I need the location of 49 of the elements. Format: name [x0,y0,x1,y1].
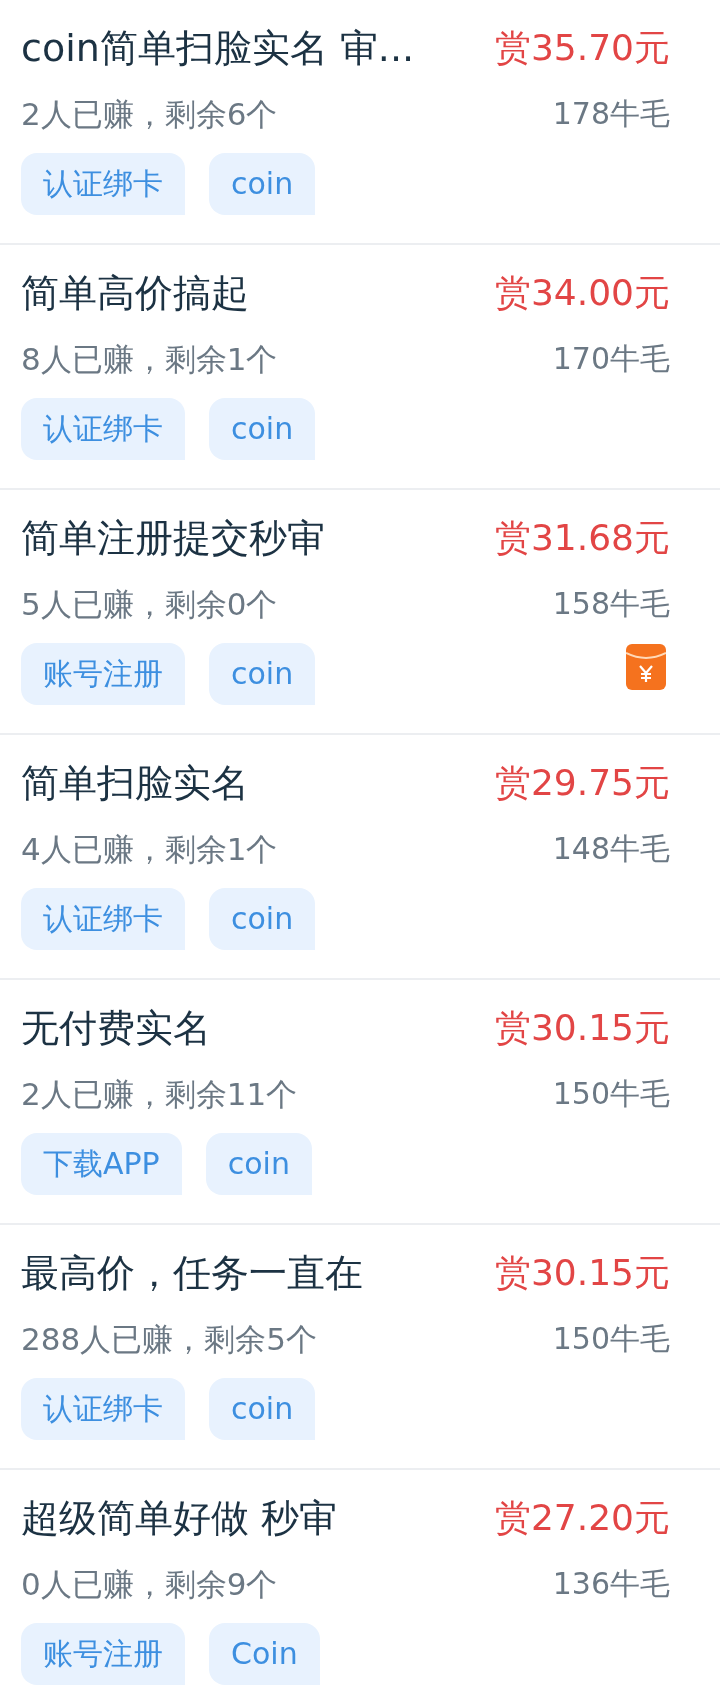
task-card[interactable]: 简单高价搞起 8人已赚，剩余1个 认证绑卡 coin 赏34.00元 170牛毛 [0,245,720,490]
task-stats: 2人已赚，剩余11个 [21,1075,299,1114]
points-value: 170牛毛 [552,340,670,378]
task-tag: 认证绑卡 [21,1378,185,1440]
task-card[interactable]: 简单注册提交秒审 5人已赚，剩余0个 账号注册 coin 赏31.68元 158牛毛 [0,490,720,735]
task-tag: 认证绑卡 [21,153,185,215]
task-tag: 账号注册 [21,643,185,705]
task-tag: coin [209,398,316,460]
task-title: 简单注册提交秒审 [21,515,325,562]
task-tag: coin [209,888,316,950]
points-value: 178牛毛 [552,95,670,133]
points-value: 158牛毛 [552,585,670,623]
reward-amount: 赏35.70元 [494,26,670,70]
task-title: 无付费实名 [21,1005,212,1052]
task-tag: Coin [209,1623,320,1685]
task-tag: coin [209,1378,316,1440]
reward-amount: 赏27.20元 [494,1496,670,1540]
task-stats: 5人已赚，剩余0个 [21,585,279,624]
task-stats: 4人已赚，剩余1个 [21,830,279,869]
task-tag: 账号注册 [21,1623,185,1685]
task-title: coin简单扫脸实名 审... [21,25,415,72]
points-value: 150牛毛 [552,1075,670,1113]
task-tag: 下载APP [21,1133,182,1195]
task-stats: 2人已赚，剩余6个 [21,95,279,134]
task-title: 最高价，任务一直在 [21,1250,363,1297]
reward-amount: 赏30.15元 [494,1251,670,1295]
points-value: 148牛毛 [552,830,670,868]
task-card[interactable]: 最高价，任务一直在 288人已赚，剩余5个 认证绑卡 coin 赏30.15元 150牛毛 [0,1225,720,1470]
reward-amount: 赏34.00元 [494,271,670,315]
task-card[interactable]: coin简单扫脸实名 审... 2人已赚，剩余6个 认证绑卡 coin 赏35.70元 178牛毛 [0,0,720,245]
task-tag: coin [205,1133,312,1195]
task-tag: coin [209,153,316,215]
points-value: 136牛毛 [552,1565,670,1603]
task-tag: 认证绑卡 [21,888,185,950]
task-tag: coin [209,643,316,705]
task-stats: 288人已赚，剩余5个 [21,1320,318,1359]
task-card[interactable]: 超级简单好做 秒审 0人已赚，剩余9个 账号注册 Coin 赏27.20元 136牛毛 [0,1470,720,1701]
reward-amount: 赏30.15元 [494,1006,670,1050]
reward-amount: 赏31.68元 [494,516,670,560]
task-title: 超级简单好做 秒审 [21,1495,338,1542]
reward-amount: 赏29.75元 [494,761,670,805]
task-stats: 0人已赚，剩余9个 [21,1565,279,1604]
task-title: 简单扫脸实名 [21,760,250,807]
task-stats: 8人已赚，剩余1个 [21,340,279,379]
task-title: 简单高价搞起 [21,270,250,317]
task-tag: 认证绑卡 [21,398,185,460]
points-value: 150牛毛 [552,1320,670,1358]
task-card[interactable]: 简单扫脸实名 4人已赚，剩余1个 认证绑卡 coin 赏29.75元 148牛毛 [0,735,720,980]
task-card[interactable]: 无付费实名 2人已赚，剩余11个 下载APP coin 赏30.15元 150牛毛 [0,980,720,1225]
